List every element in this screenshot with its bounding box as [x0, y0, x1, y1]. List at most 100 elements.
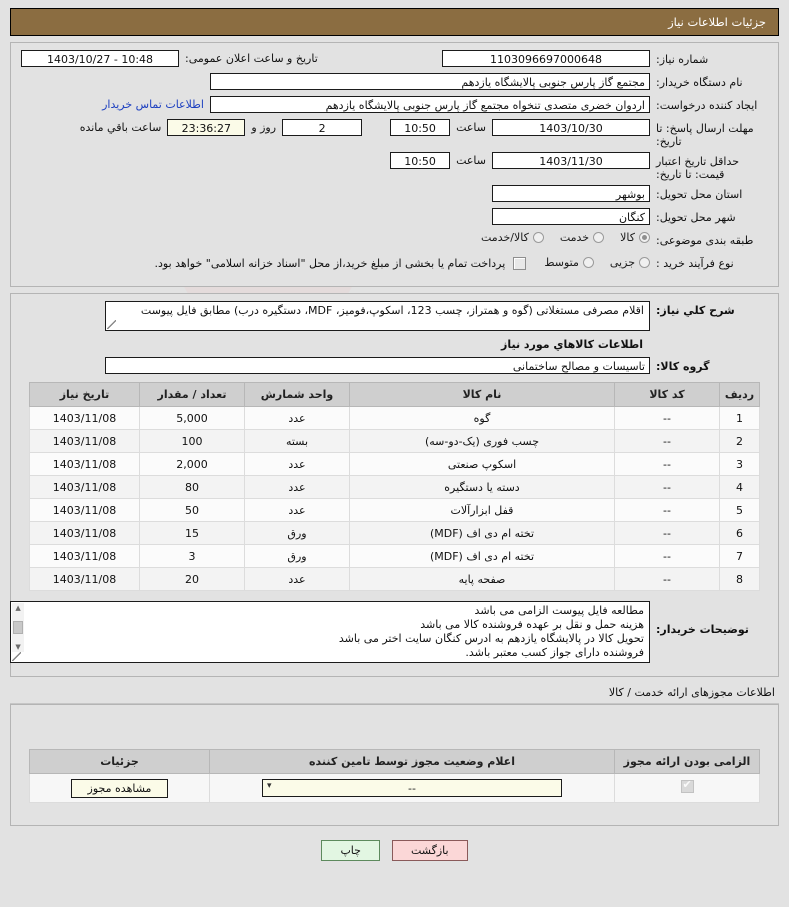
- summary-textarea[interactable]: اقلام مصرفی مستغلاتی (گوه و همتراز، چسب …: [105, 301, 650, 331]
- cell-name: صفحه پایه: [349, 567, 615, 591]
- row-need-number: شماره نیاز: 1103096697000648 تاریخ و ساع…: [21, 50, 768, 69]
- buyer-notes-textarea[interactable]: مطالعه فایل پیوست الزامی می باشد هزینه ح…: [10, 601, 650, 663]
- need-number-label: شماره نیاز:: [656, 53, 709, 66]
- buyer-notes-text: مطالعه فایل پیوست الزامی می باشد هزینه ح…: [338, 604, 644, 659]
- view-license-button[interactable]: مشاهده مجوز: [70, 778, 169, 798]
- notes-label: توضیحات خریدار:: [656, 623, 749, 636]
- city-label: شهر محل تحویل:: [656, 211, 736, 224]
- treasury-payment-checkbox[interactable]: [513, 257, 527, 270]
- col-license-status: اعلام وضعیت مجوز توسط تامین کننده: [209, 749, 615, 774]
- cell-code: --: [614, 521, 720, 545]
- row-goods-group: گروه کالا: تاسیسات و مصالح ساختمانی: [21, 357, 768, 376]
- deadline-date-input[interactable]: 1403/10/30: [492, 119, 650, 136]
- license-status-value: --: [408, 781, 416, 795]
- announce-datetime-input[interactable]: 10:48 - 1403/10/27: [21, 50, 179, 67]
- cell-date: 1403/11/08: [29, 544, 140, 568]
- creator-input[interactable]: اردوان خضری متصدی تنخواه مجتمع گاز پارس …: [210, 96, 650, 113]
- buyer-org-input[interactable]: مجتمع گاز پارس جنوبی پالایشگاه یازدهم: [210, 73, 650, 90]
- cell-code: --: [614, 498, 720, 522]
- cell-unit: عدد: [244, 406, 350, 430]
- license-status-select[interactable]: ▾ --: [262, 779, 562, 797]
- validity-date-input[interactable]: 1403/11/30: [492, 152, 650, 169]
- summary-text: اقلام مصرفی مستغلاتی (گوه و همتراز، چسب …: [140, 304, 644, 317]
- cell-date: 1403/11/08: [29, 406, 140, 430]
- print-button[interactable]: چاپ: [321, 840, 380, 861]
- countdown-timer: 23:36:27: [167, 119, 246, 136]
- buyer-contact-link[interactable]: اطلاعات تماس خریدار: [102, 98, 204, 111]
- cell-qty: 50: [139, 498, 245, 522]
- cell-name: قفل ابزارآلات: [349, 498, 615, 522]
- notes-scrollbar[interactable]: ▲ ▼: [12, 603, 24, 652]
- cell-date: 1403/11/08: [29, 429, 140, 453]
- validity-time-input[interactable]: 10:50: [390, 152, 451, 169]
- goods-group-input[interactable]: تاسیسات و مصالح ساختمانی: [105, 357, 650, 374]
- deadline-hour-label: ساعت: [456, 121, 486, 134]
- radio-process-jozi-label: جزیی: [609, 255, 635, 269]
- scroll-thumb[interactable]: [13, 621, 23, 634]
- licenses-table: الزامی بودن ارائه مجوز اعلام وضعیت مجوز …: [29, 749, 760, 803]
- province-input[interactable]: بوشهر: [492, 185, 650, 202]
- col-qty: تعداد / مقدار: [139, 382, 245, 407]
- need-info-panel: شماره نیاز: 1103096697000648 تاریخ و ساع…: [10, 42, 779, 287]
- row-city: شهر محل تحویل: کنگان: [21, 208, 768, 227]
- cell-code: --: [614, 429, 720, 453]
- cell-unit: عدد: [244, 498, 350, 522]
- row-province: استان محل تحویل: بوشهر: [21, 185, 768, 204]
- licenses-section-title: اطلاعات مجوزهای ارائه خدمت / کالا: [608, 686, 775, 699]
- cell-license-required: [614, 773, 760, 803]
- radio-category-khedmat-label: خدمت: [559, 231, 590, 244]
- table-row: 5 -- قفل ابزارآلات عدد 50 1403/11/08: [29, 498, 760, 522]
- cell-name: تخته ام دی اف (MDF): [349, 544, 615, 568]
- col-row: ردیف: [719, 382, 760, 407]
- row-category: طبقه بندی موضوعی: کالا خدمت کالا/خدمت: [21, 231, 768, 250]
- cell-name: اسکوپ صنعتی: [349, 452, 615, 476]
- cell-row: 2: [719, 429, 760, 453]
- radio-process-motevaset[interactable]: [582, 256, 594, 268]
- province-label: استان محل تحویل:: [656, 188, 743, 201]
- deadline-time-input[interactable]: 10:50: [390, 119, 451, 136]
- goods-table: ردیف کد کالا نام کالا واحد شمارش تعداد /…: [29, 382, 760, 591]
- col-unit: واحد شمارش: [244, 382, 350, 407]
- cell-row: 1: [719, 406, 760, 430]
- validity-label: حداقل تاریخ اعتبار قیمت: تا تاریخ:: [656, 155, 740, 181]
- radio-category-both[interactable]: [532, 232, 544, 243]
- table-row: 7 -- تخته ام دی اف (MDF) ورق 3 1403/11/0…: [29, 544, 760, 568]
- table-row: 6 -- تخته ام دی اف (MDF) ورق 15 1403/11/…: [29, 521, 760, 545]
- cell-row: 3: [719, 452, 760, 476]
- countdown-label: ساعت باقي مانده: [79, 121, 162, 134]
- radio-category-khedmat[interactable]: [593, 232, 605, 243]
- page-title: جزئیات اطلاعات نیاز: [668, 15, 766, 29]
- scroll-down-icon[interactable]: ▼: [15, 643, 20, 651]
- goods-panel: شرح کلي نیاز: اقلام مصرفی مستغلاتی (گوه …: [10, 293, 779, 677]
- cell-name: چسب فوری (یک-دو-سه): [349, 429, 615, 453]
- row-buyer-org: نام دستگاه خریدار: مجتمع گاز پارس جنوبی …: [21, 73, 768, 92]
- scroll-up-icon[interactable]: ▲: [15, 604, 20, 612]
- validity-hour-label: ساعت: [456, 154, 486, 167]
- cell-unit: عدد: [244, 475, 350, 499]
- days-label: روز و: [251, 121, 277, 134]
- summary-label: شرح کلي نیاز:: [656, 304, 735, 317]
- back-button[interactable]: بازگشت: [391, 840, 468, 861]
- process-radio-group[interactable]: جزیی متوسط: [532, 256, 650, 269]
- cell-license-status: ▾ --: [209, 773, 615, 803]
- cell-unit: عدد: [244, 567, 350, 591]
- resize-handle-icon[interactable]: [12, 652, 21, 661]
- group-label: گروه کالا:: [656, 360, 710, 373]
- cell-unit: عدد: [244, 452, 350, 476]
- need-number-input[interactable]: 1103096697000648: [442, 50, 650, 67]
- row-need-summary: شرح کلي نیاز: اقلام مصرفی مستغلاتی (گوه …: [21, 301, 768, 331]
- city-input[interactable]: کنگان: [492, 208, 650, 225]
- table-row: 4 -- دسته یا دستگیره عدد 80 1403/11/08: [29, 475, 760, 499]
- cell-qty: 100: [139, 429, 245, 453]
- radio-process-jozi[interactable]: [639, 256, 650, 268]
- category-radio-group[interactable]: کالا خدمت کالا/خدمت: [469, 231, 650, 244]
- cell-row: 4: [719, 475, 760, 499]
- resize-handle-icon[interactable]: [107, 320, 116, 329]
- radio-category-both-label: کالا/خدمت: [481, 231, 529, 244]
- cell-name: دسته یا دستگیره: [349, 475, 615, 499]
- chevron-down-icon: ▾: [267, 781, 272, 791]
- page-header: جزئیات اطلاعات نیاز: [10, 8, 779, 36]
- col-license-required: الزامی بودن ارائه مجوز: [614, 749, 760, 774]
- radio-category-kala[interactable]: [639, 232, 650, 243]
- table-row: 8 -- صفحه پایه عدد 20 1403/11/08: [29, 567, 760, 591]
